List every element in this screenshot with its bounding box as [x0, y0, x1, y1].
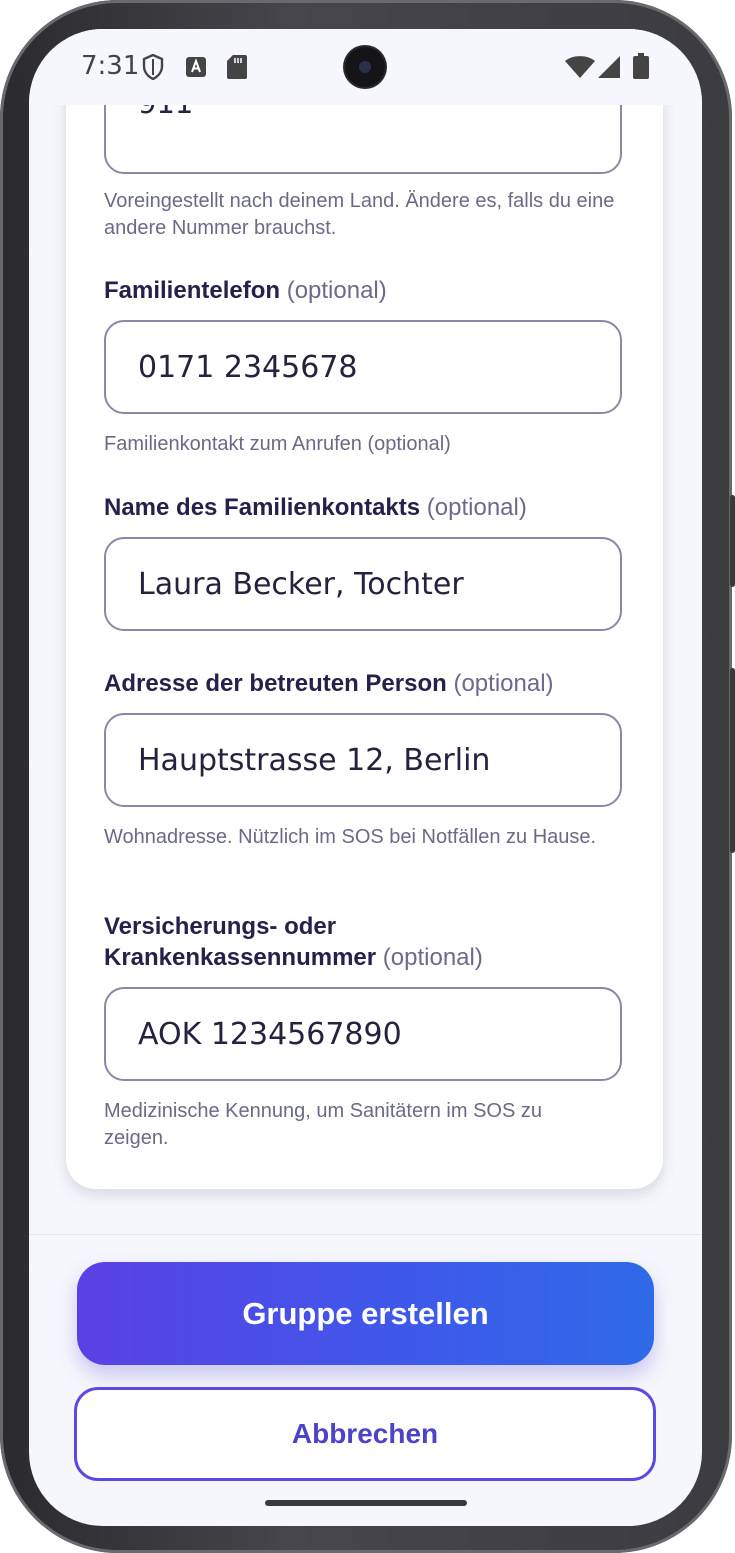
shield-icon [142, 53, 164, 85]
sd-card-icon [227, 55, 247, 84]
family-contact-name-optional: (optional) [426, 494, 527, 521]
create-group-button[interactable]: Gruppe erstellen [77, 1262, 654, 1365]
family-phone-label-text: Familientelefon [104, 277, 281, 304]
address-input[interactable]: Hauptstrasse 12, Berlin [104, 713, 622, 807]
family-phone-value: 0171 2345678 [138, 350, 358, 385]
home-indicator[interactable] [265, 1500, 467, 1506]
wifi-icon [565, 56, 595, 83]
address-optional: (optional) [453, 670, 554, 697]
insurance-label-line2: Krankenkassennummer [104, 944, 377, 971]
signal-icon [598, 56, 620, 83]
footer-divider [29, 1234, 702, 1235]
family-contact-name-label-text: Name des Familienkontakts [104, 494, 421, 521]
insurance-optional: (optional) [382, 944, 483, 971]
family-contact-name-input[interactable]: Laura Becker, Tochter [104, 537, 622, 631]
address-label: Adresse der betreuten Person (optional) [104, 668, 554, 699]
insurance-label-line1: Versicherungs- oder [104, 913, 337, 940]
family-phone-optional: (optional) [286, 277, 387, 304]
family-contact-name-label: Name des Familienkontakts (optional) [104, 492, 527, 523]
address-value: Hauptstrasse 12, Berlin [138, 743, 491, 778]
screen: 911 Voreingestellt nach deinem Land. Änd… [29, 29, 702, 1526]
battery-icon [633, 53, 649, 84]
address-label-text: Adresse der betreuten Person [104, 670, 447, 697]
power-button [730, 495, 735, 587]
address-hint: Wohnadresse. Nützlich im SOS bei Notfäll… [104, 826, 597, 848]
front-camera [345, 47, 385, 87]
cancel-button[interactable]: Abbrechen [74, 1387, 656, 1481]
volume-button [730, 668, 735, 853]
insurance-label: Versicherungs- oder Krankenkassennummer … [104, 911, 483, 973]
insurance-input[interactable]: AOK 1234567890 [104, 987, 622, 1081]
insurance-value: AOK 1234567890 [138, 1017, 402, 1052]
family-phone-label: Familientelefon (optional) [104, 275, 387, 306]
insurance-hint: Medizinische Kennung, um Sanitätern im S… [104, 1100, 542, 1149]
family-phone-input[interactable]: 0171 2345678 [104, 320, 622, 414]
emergency-number-hint: Voreingestellt nach deinem Land. Ändere … [104, 190, 615, 239]
scroll-content[interactable]: 911 Voreingestellt nach deinem Land. Änd… [29, 29, 702, 1526]
font-icon [186, 57, 206, 82]
phone-frame: 911 Voreingestellt nach deinem Land. Änd… [0, 0, 735, 1553]
family-phone-hint: Familienkontakt zum Anrufen (optional) [104, 433, 451, 455]
status-time: 7:31 [81, 51, 140, 81]
family-contact-name-value: Laura Becker, Tochter [138, 567, 464, 602]
